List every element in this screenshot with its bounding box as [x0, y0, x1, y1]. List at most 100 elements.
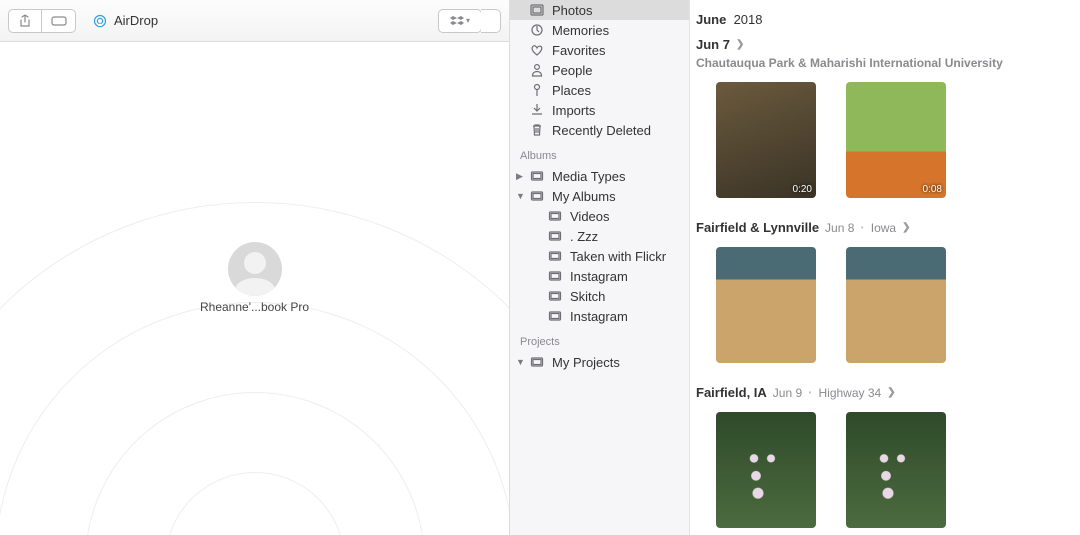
sidebar-item-photos[interactable]: Photos: [510, 0, 689, 20]
airdrop-device-label: Rheanne'...book Pro: [200, 300, 309, 314]
location-meta: Highway 34: [819, 386, 882, 400]
location-heading[interactable]: Fairfield, IA Jun 9·Highway 34❯: [696, 385, 1080, 400]
photo-thumbnail[interactable]: 0:08: [846, 82, 946, 198]
sidebar-item-imports[interactable]: Imports: [510, 100, 689, 120]
folder-icon: [530, 355, 544, 369]
thumbnail-row: [696, 412, 1080, 528]
sidebar-item-memories[interactable]: Memories: [510, 20, 689, 40]
sidebar-item-label: My Projects: [552, 355, 620, 370]
trash-icon: [530, 123, 544, 137]
location-date: Jun 9: [773, 386, 802, 400]
sidebar-item--zzz[interactable]: . Zzz: [510, 226, 689, 246]
folder-icon: [548, 269, 562, 283]
pin-icon: [530, 83, 544, 97]
finder-window: AirDrop ▾ Rheanne'...book Pro: [0, 0, 510, 535]
sidebar-item-media-types[interactable]: ▶ Media Types: [510, 166, 689, 186]
tags-button[interactable]: [42, 9, 76, 33]
folder-icon: [530, 169, 544, 183]
day-label: Jun 7: [696, 37, 730, 52]
share-button[interactable]: [8, 9, 42, 33]
photo-group: Fairfield & Lynnville Jun 8·Iowa❯: [696, 220, 1080, 363]
location-title: Fairfield, IA: [696, 385, 767, 400]
sidebar-item-label: My Albums: [552, 189, 616, 204]
sidebar-item-label: . Zzz: [570, 229, 598, 244]
photos-content: June 2018 Jun 7 ❯ Chautauqua Park & Mahari…: [690, 0, 1080, 535]
thumbnail-row: 0:20 0:08: [696, 82, 1080, 198]
location-subtitle: Chautauqua Park & Maharishi Internationa…: [696, 56, 1080, 70]
folder-icon: [548, 229, 562, 243]
photo-thumbnail[interactable]: [716, 247, 816, 363]
photo-thumbnail[interactable]: 0:20: [716, 82, 816, 198]
people-icon: [530, 63, 544, 77]
sidebar-item-taken-with-flickr[interactable]: Taken with Flickr: [510, 246, 689, 266]
location-heading[interactable]: Fairfield & Lynnville Jun 8·Iowa❯: [696, 220, 1080, 235]
location-indicator: AirDrop: [92, 13, 158, 29]
sidebar-item-label: Favorites: [552, 43, 605, 58]
toolbar-share-group: [8, 9, 76, 33]
sidebar-item-videos[interactable]: Videos: [510, 206, 689, 226]
sidebar-item-people[interactable]: People: [510, 60, 689, 80]
sidebar-item-label: Media Types: [552, 169, 625, 184]
disclosure-triangle-icon[interactable]: ▶: [516, 171, 523, 182]
photo-group: Jun 7 ❯ Chautauqua Park & Maharishi Intern…: [696, 37, 1080, 198]
sidebar-item-my-projects[interactable]: ▼ My Projects: [510, 352, 689, 372]
folder-icon: [548, 309, 562, 323]
month-heading: June 2018: [696, 0, 1080, 31]
location-label: AirDrop: [114, 13, 158, 28]
disclosure-triangle-icon[interactable]: ▼: [516, 357, 525, 367]
sidebar-item-skitch[interactable]: Skitch: [510, 286, 689, 306]
folder-icon: [530, 189, 544, 203]
airdrop-icon: [92, 13, 108, 29]
chevron-right-icon: ❯: [887, 387, 895, 398]
sidebar-item-label: Memories: [552, 23, 609, 38]
photo-thumbnail[interactable]: [716, 412, 816, 528]
sidebar-item-label: Imports: [552, 103, 595, 118]
memories-icon: [530, 23, 544, 37]
sidebar-item-label: Skitch: [570, 289, 605, 304]
photos-sidebar: Photos Memories Favorites People Places Impor…: [510, 0, 690, 535]
day-heading[interactable]: Jun 7 ❯: [696, 37, 1080, 52]
month-name: June: [696, 12, 726, 27]
airdrop-area: Rheanne'...book Pro: [0, 42, 509, 535]
sidebar-item-favorites[interactable]: Favorites: [510, 40, 689, 60]
sidebar-item-label: Instagram: [570, 269, 628, 284]
photo-group: Fairfield, IA Jun 9·Highway 34❯: [696, 385, 1080, 528]
location-date: Jun 8: [825, 221, 854, 235]
month-year: 2018: [734, 12, 763, 27]
sidebar-item-label: Taken with Flickr: [570, 249, 666, 264]
sidebar-item-recently-deleted[interactable]: Recently Deleted: [510, 120, 689, 140]
sidebar-item-label: Places: [552, 83, 591, 98]
projects-header: Projects: [510, 326, 689, 352]
disclosure-triangle-icon[interactable]: ▼: [516, 191, 525, 201]
photos-icon: [530, 3, 544, 17]
video-duration: 0:08: [923, 184, 942, 195]
sidebar-item-my-albums[interactable]: ▼ My Albums: [510, 186, 689, 206]
toolbar-extra-button[interactable]: [481, 9, 501, 33]
airdrop-device-avatar[interactable]: [228, 242, 282, 296]
sidebar-item-label: Instagram: [570, 309, 628, 324]
sidebar-item-instagram[interactable]: Instagram: [510, 306, 689, 326]
sidebar-item-label: Videos: [570, 209, 610, 224]
location-title: Fairfield & Lynnville: [696, 220, 819, 235]
heart-icon: [530, 43, 544, 57]
folder-icon: [548, 209, 562, 223]
dropbox-button[interactable]: ▾: [438, 9, 482, 33]
folder-icon: [548, 249, 562, 263]
photo-thumbnail[interactable]: [846, 412, 946, 528]
chevron-right-icon: ❯: [902, 222, 910, 233]
sidebar-item-label: People: [552, 63, 592, 78]
photo-thumbnail[interactable]: [846, 247, 946, 363]
chevron-right-icon: ❯: [736, 39, 744, 50]
albums-header: Albums: [510, 140, 689, 166]
sidebar-item-label: Photos: [552, 3, 592, 18]
sidebar-item-instagram[interactable]: Instagram: [510, 266, 689, 286]
import-icon: [530, 103, 544, 117]
photos-window: Photos Memories Favorites People Places Impor…: [510, 0, 1080, 535]
sidebar-item-label: Recently Deleted: [552, 123, 651, 138]
location-meta: Iowa: [871, 221, 896, 235]
video-duration: 0:20: [793, 184, 812, 195]
thumbnail-row: [696, 247, 1080, 363]
sidebar-item-places[interactable]: Places: [510, 80, 689, 100]
finder-toolbar: AirDrop ▾: [0, 0, 509, 42]
folder-icon: [548, 289, 562, 303]
